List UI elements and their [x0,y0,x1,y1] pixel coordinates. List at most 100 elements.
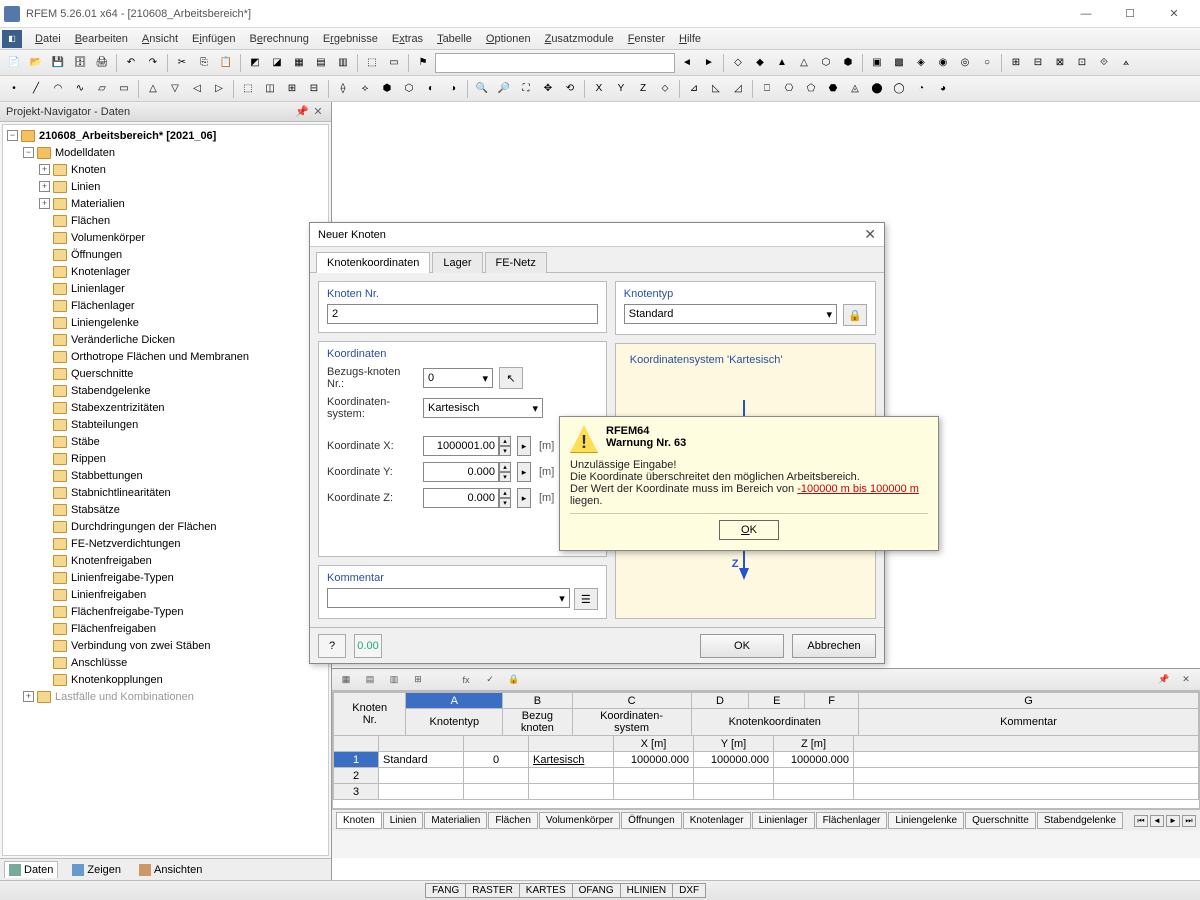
tree-item[interactable]: Orthotrope Flächen und Membranen [5,348,326,365]
tb-u[interactable]: ⊟ [1028,53,1048,73]
nav-next-icon[interactable]: ► [699,53,719,73]
tab-first-icon[interactable]: ⏮ [1134,815,1148,827]
pan-icon[interactable]: ✥ [538,79,558,99]
t2-b[interactable]: ╱ [26,79,46,99]
tree-item[interactable]: Stabnichtlinearitäten [5,484,326,501]
t2-ab[interactable]: ◬ [845,79,865,99]
spin-up-icon[interactable]: ▴ [499,488,511,498]
t2-k[interactable]: ⬚ [238,79,258,99]
tree-item[interactable]: Stäbe [5,433,326,450]
tb-w[interactable]: ⊡ [1072,53,1092,73]
t2-j[interactable]: ▷ [209,79,229,99]
tree-item[interactable]: FE-Netzverdichtungen [5,535,326,552]
menu-ansicht[interactable]: Ansicht [135,30,185,48]
tb-l[interactable]: ⬡ [816,53,836,73]
coord-z-input[interactable] [423,488,499,508]
step-icon[interactable]: ▸ [517,462,531,482]
spin-down-icon[interactable]: ▾ [499,446,511,456]
col-letter-f[interactable]: F [805,693,859,709]
tbl-btn-4[interactable]: ⊞ [408,671,428,689]
table-tab[interactable]: Materialien [424,812,487,829]
dialog-ok-button[interactable]: OK [700,634,784,658]
table-tab[interactable]: Stabendgelenke [1037,812,1123,829]
t2-h[interactable]: ▽ [165,79,185,99]
spin-down-icon[interactable]: ▾ [499,472,511,482]
status-toggle[interactable]: KARTES [519,883,573,898]
dialog-close-icon[interactable]: ✕ [864,226,876,243]
table-tab[interactable]: Querschnitte [965,812,1036,829]
t2-q[interactable]: ⬢ [377,79,397,99]
paste-icon[interactable]: 📋 [216,53,236,73]
copy-icon[interactable]: ⎘ [194,53,214,73]
tree-item[interactable]: Linienfreigaben [5,586,326,603]
tree-root[interactable]: 210608_Arbeitsbereich* [2021_06] [39,130,216,142]
dlg-tab-fenetz[interactable]: FE-Netz [485,252,547,273]
t2-g[interactable]: △ [143,79,163,99]
nav-close-icon[interactable]: ✕ [311,105,325,119]
t2-y[interactable]: ⎔ [779,79,799,99]
col-letter-b[interactable]: B [503,693,572,709]
table-row[interactable]: 2 [334,768,1199,784]
undo-icon[interactable]: ↶ [121,53,141,73]
tb-i[interactable]: ◆ [750,53,770,73]
tb-j[interactable]: ▲ [772,53,792,73]
tree-item[interactable]: Volumenkörper [5,229,326,246]
view-iso-icon[interactable]: ⬦ [655,79,675,99]
status-toggle[interactable]: RASTER [465,883,520,898]
step-icon[interactable]: ▸ [517,436,531,456]
t2-s[interactable]: ◐ [421,79,441,99]
tb-e[interactable]: ▥ [333,53,353,73]
expand-icon[interactable]: + [23,691,34,702]
t2-ad[interactable]: ◯ [889,79,909,99]
menu-optionen[interactable]: Optionen [479,30,538,48]
tb-p[interactable]: ◈ [911,53,931,73]
status-toggle[interactable]: OFANG [572,883,621,898]
col-z[interactable]: Z [m] [774,736,854,752]
t2-f[interactable]: ▭ [114,79,134,99]
table-tab[interactable]: Linien [383,812,424,829]
tbl-btn-3[interactable]: ▥ [384,671,404,689]
t2-w[interactable]: ◿ [728,79,748,99]
t2-ac[interactable]: ⬤ [867,79,887,99]
navtab-zeigen[interactable]: Zeigen [68,862,125,878]
table-tab[interactable]: Flächenlager [816,812,888,829]
col-letter-d[interactable]: D [691,693,749,709]
t2-p[interactable]: ⟡ [355,79,375,99]
zoom-in-icon[interactable]: 🔍 [472,79,492,99]
t2-l[interactable]: ◫ [260,79,280,99]
menu-extras[interactable]: Extras [385,30,430,48]
spin-up-icon[interactable]: ▴ [499,462,511,472]
menu-zusatzmodule[interactable]: Zusatzmodule [538,30,621,48]
units-icon[interactable]: 0.00 [354,634,382,658]
tbl-btn-1[interactable]: ▦ [336,671,356,689]
expand-icon[interactable]: + [39,181,50,192]
menu-hilfe[interactable]: Hilfe [672,30,708,48]
col-knotentyp[interactable]: Knotentyp [406,709,503,736]
spin-down-icon[interactable]: ▾ [499,498,511,508]
tb-f[interactable]: ⬚ [362,53,382,73]
tb-c[interactable]: ▦ [289,53,309,73]
col-y[interactable]: Y [m] [694,736,774,752]
saveall-icon[interactable]: 🗄 [70,53,90,73]
help-icon[interactable]: ? [318,634,346,658]
minimize-button[interactable]: — [1064,1,1108,27]
menu-tabelle[interactable]: Tabelle [430,30,479,48]
knoten-nr-input[interactable] [327,304,598,324]
t2-o[interactable]: ⟠ [333,79,353,99]
table-tab[interactable]: Flächen [488,812,538,829]
col-letter-e[interactable]: E [749,693,805,709]
expand-icon[interactable]: + [39,164,50,175]
tb-x[interactable]: ⟐ [1094,53,1114,73]
t2-n[interactable]: ⊟ [304,79,324,99]
tb-o[interactable]: ▩ [889,53,909,73]
dlg-tab-koordinaten[interactable]: Knotenkoordinaten [316,252,430,273]
tab-prev-icon[interactable]: ◄ [1150,815,1164,827]
tree-item[interactable]: +Materialien [5,195,326,212]
tb-b[interactable]: ◪ [267,53,287,73]
kommentar-btn[interactable]: ☰ [574,588,598,610]
t2-e[interactable]: ▱ [92,79,112,99]
tb-a[interactable]: ◩ [245,53,265,73]
step-icon[interactable]: ▸ [517,488,531,508]
tree-item[interactable]: Linienlager [5,280,326,297]
tree-item[interactable]: Querschnitte [5,365,326,382]
